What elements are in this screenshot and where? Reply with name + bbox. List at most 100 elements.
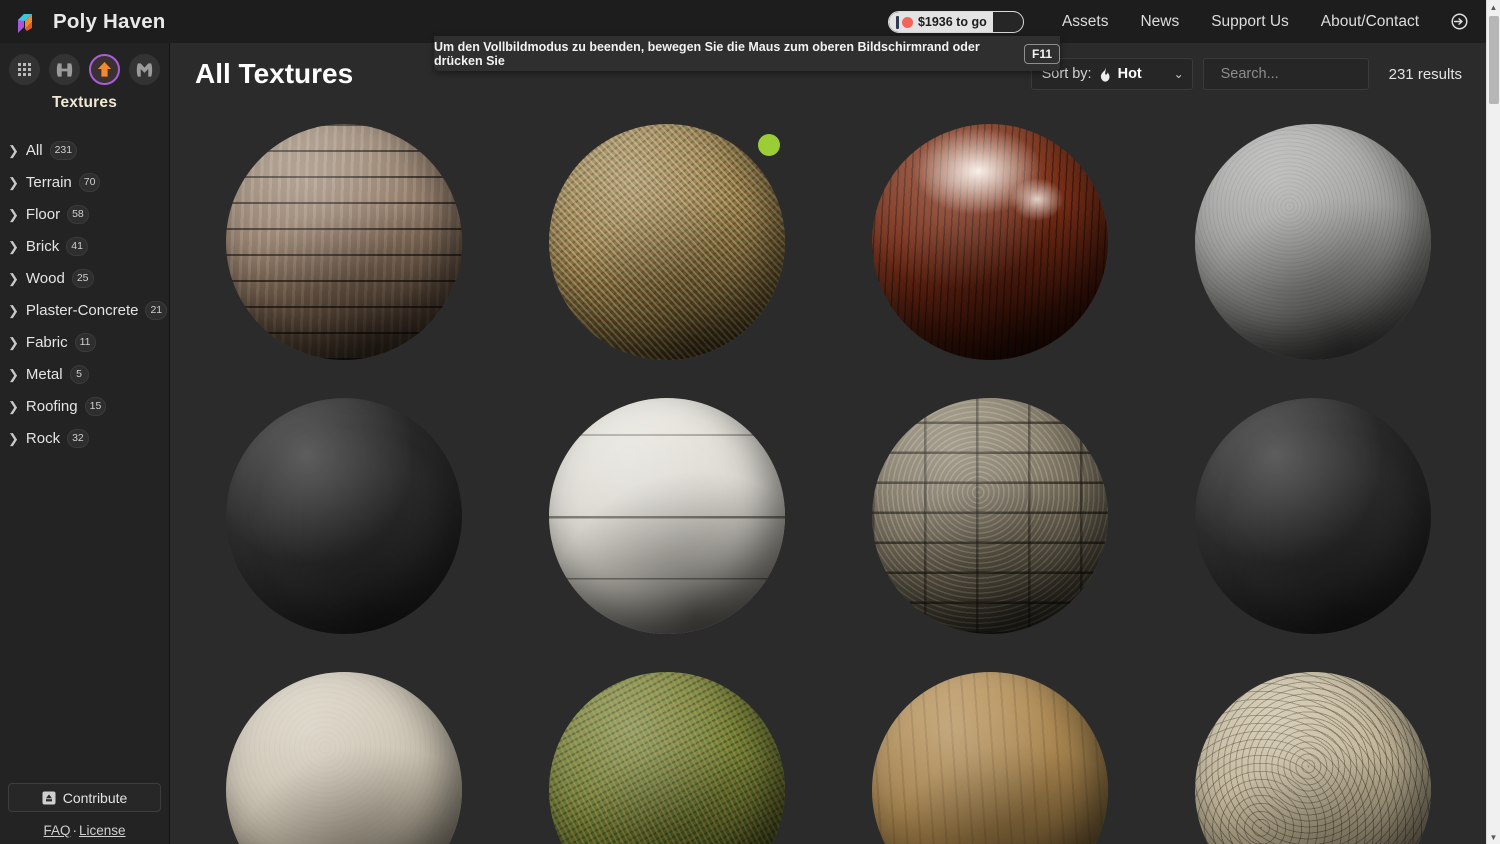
contribute-button[interactable]: Contribute [8,783,161,812]
brand[interactable]: Poly Haven [0,7,166,37]
sidebar-title: Textures [51,94,118,111]
texture-preview-sphere [549,398,786,634]
texture-card-wood-planks-worn[interactable] [183,105,506,379]
category-label: Rock [25,429,61,447]
upload-icon [42,791,56,804]
sidebar-item-brick[interactable]: ❯ Brick 41 [0,230,169,262]
scrollbar-thumb[interactable] [1489,16,1499,104]
texture-card-polished-red-wood[interactable] [829,105,1152,379]
texture-preview-sphere [871,398,1108,634]
texture-card-dry-grass-ground[interactable] [506,105,829,379]
fullscreen-notification-text: Um den Vollbildmodus zu beenden, bewegen… [434,39,980,68]
texture-preview-sphere [226,124,463,360]
asset-tab-all-assets[interactable] [9,54,40,85]
texture-preview-sphere [1194,124,1431,360]
texture-card-beige-plaster[interactable] [183,653,506,844]
faq-link[interactable]: FAQ [43,823,70,838]
login-icon[interactable] [1435,11,1486,32]
chevron-right-icon: ❯ [8,206,19,222]
donation-marker-bar [895,15,899,29]
donation-progress-pill[interactable]: $1936 to go [887,10,1024,33]
category-list: ❯ All 231 ❯ Terrain 70 ❯ Floor 58 ❯ Bric… [0,134,169,454]
grid-icon [18,63,31,76]
texture-card-light-wood-grain[interactable] [829,653,1152,844]
texture-preview-sphere [549,124,786,360]
scrollbar-up-arrow[interactable]: ▲ [1487,0,1500,14]
category-label: All [25,141,43,159]
nav-support-us[interactable]: Support Us [1195,0,1305,43]
chevron-right-icon: ❯ [8,270,19,286]
texture-preview-sphere [1194,398,1431,634]
brand-name: Poly Haven [53,9,166,33]
nav-news[interactable]: News [1124,0,1195,43]
chevron-right-icon: ❯ [8,334,19,350]
fullscreen-notification: Um den Vollbildmodus zu beenden, bewegen… [434,36,1060,71]
page-root: Poly Haven $1936 to go Assets News Suppo… [0,0,1500,844]
models-icon [136,62,153,77]
chevron-right-icon: ❯ [8,366,19,382]
texture-card-stone-brick-wall[interactable] [829,379,1152,653]
sidebar-footer: Contribute FAQ · License [0,783,169,838]
texture-preview-sphere [226,398,463,634]
category-label: Brick [25,237,60,255]
asset-tab-hdris[interactable] [49,54,80,85]
asset-tab-models[interactable] [129,54,160,85]
sidebar: Textures ❯ All 231 ❯ Terrain 70 ❯ Floor … [0,43,170,844]
chevron-down-icon: ⌄ [1173,67,1184,81]
polyhaven-logo-icon [10,7,40,37]
category-count: 25 [71,268,94,288]
donation-dot-icon [901,16,913,28]
search-box[interactable] [1202,58,1408,90]
nav-about-contact[interactable]: About/Contact [1305,0,1435,43]
sidebar-item-metal[interactable]: ❯ Metal 5 [0,358,169,390]
sidebar-item-terrain[interactable]: ❯ Terrain 70 [0,166,169,198]
texture-grid [171,105,1486,844]
category-count: 11 [74,332,96,352]
scrollbar-down-arrow[interactable]: ▼ [1487,830,1500,844]
results-count: 231 results [1388,65,1462,83]
chevron-right-icon: ❯ [8,302,19,318]
texture-card-white-plaster-seams[interactable] [506,379,829,653]
sidebar-item-all[interactable]: ❯ All 231 [0,134,169,166]
texture-preview-sphere [871,672,1108,844]
category-count: 5 [69,364,89,384]
toolbar-controls: Sort by: Hot ⌄ 231 results [1030,58,1462,90]
chevron-right-icon: ❯ [8,174,19,190]
category-count: 41 [66,236,88,256]
license-link[interactable]: License [79,823,126,838]
texture-card-green-moss[interactable] [506,653,829,844]
sidebar-item-rock[interactable]: ❯ Rock 32 [0,422,169,454]
category-label: Plaster-Concrete [25,301,139,319]
category-count: 70 [78,172,101,192]
texture-card-speckled-sandstone[interactable] [1151,653,1474,844]
sidebar-item-plaster-concrete[interactable]: ❯ Plaster-Concrete 21 [0,294,169,326]
category-count: 15 [84,396,107,416]
category-label: Terrain [25,173,72,191]
chevron-right-icon: ❯ [8,398,19,414]
category-label: Fabric [25,333,68,351]
link-separator: · [72,823,77,838]
texture-preview-sphere [871,124,1108,360]
search-input[interactable] [1220,66,1408,82]
texture-preview-sphere [226,672,463,844]
sidebar-item-roofing[interactable]: ❯ Roofing 15 [0,390,169,422]
category-label: Wood [25,269,65,287]
main-content: All Textures Sort by: Hot ⌄ Search... 23… [171,43,1486,844]
sort-value: Hot [1117,66,1142,82]
browser-scrollbar[interactable]: ▲ ▼ [1486,0,1500,844]
sidebar-links: FAQ · License [8,823,161,838]
chevron-right-icon: ❯ [8,238,19,254]
sidebar-item-fabric[interactable]: ❯ Fabric 11 [0,326,169,358]
texture-card-dirty-white-plaster[interactable] [1151,379,1474,653]
sidebar-item-wood[interactable]: ❯ Wood 25 [0,262,169,294]
chevron-right-icon: ❯ [8,430,19,446]
fullscreen-key-hint: F11 [1023,43,1060,64]
sidebar-item-floor[interactable]: ❯ Floor 58 [0,198,169,230]
texture-card-gravel-dirt[interactable] [183,379,506,653]
texture-card-gray-concrete[interactable] [1151,105,1474,379]
asset-tab-textures[interactable] [89,54,120,85]
textures-arrow-icon [97,61,112,77]
hdri-icon [56,62,73,77]
texture-preview-sphere [549,672,786,844]
category-count: 21 [145,300,168,320]
